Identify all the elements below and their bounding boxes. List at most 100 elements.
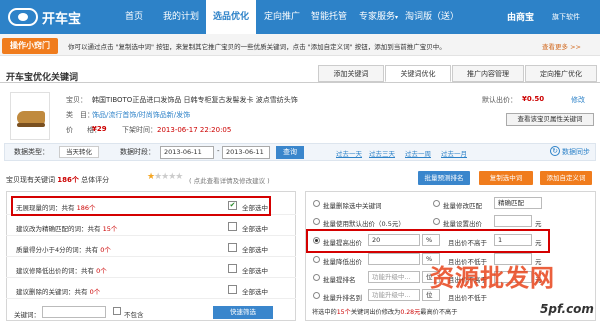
- copy-selected-button[interactable]: 复制选中词: [479, 171, 533, 185]
- quick-filter-button[interactable]: 快速筛选: [213, 306, 273, 319]
- period-label: 数据时段：: [120, 148, 155, 156]
- down-rank-label: 批量升排名到: [323, 294, 362, 302]
- product-price: ¥29: [92, 125, 107, 133]
- match-type-select[interactable]: 精确匹配: [494, 197, 542, 209]
- tab-keyword-optimize[interactable]: 关键词优化: [385, 65, 451, 82]
- lower-percent-input[interactable]: [368, 253, 420, 265]
- nav-my-plan[interactable]: 我的计划: [158, 0, 204, 34]
- keyword-stats: 宝贝现有关键词 186个 总体评分: [6, 175, 109, 185]
- list-item: 质量得分小于4分的词：共有 0个 全部选中: [6, 238, 296, 257]
- partner-brand[interactable]: 由商宝: [507, 10, 534, 23]
- product-title[interactable]: 韩国TIBOTO正品进口发饰品 日韩专柜复古发髻发卡 波点雪纺头饰: [92, 95, 298, 105]
- date-to-input[interactable]: 2013-06-11: [222, 146, 270, 159]
- keyword-filter-label: 关键词：: [14, 311, 40, 319]
- radio-set-bid[interactable]: [433, 218, 440, 225]
- keyword-count: 186个: [57, 176, 79, 184]
- flagship-label: 旗下软件: [552, 13, 580, 21]
- row-text: 建议改为精确匹配的词：共有 15个: [16, 225, 118, 233]
- delist-time-value: 2013-06-17 22:20:05: [157, 126, 232, 134]
- select-all-label: 全部选中: [242, 267, 268, 275]
- notice-text: 你可以通过点击 "复制选中词" 按钮，来复制其它推广宝贝的一些优质关键词，点击 …: [68, 43, 446, 51]
- tab-targeted-optimize[interactable]: 定向推广优化: [525, 65, 597, 82]
- radio-modify-match[interactable]: [433, 200, 440, 207]
- product-category-label: 类 目：: [66, 111, 94, 119]
- yuan-label: 元: [535, 220, 542, 228]
- up-rank-label: 批量提排名: [323, 276, 356, 284]
- use-default-label: 批量使用默认出价（0.5元）: [323, 220, 405, 228]
- data-type-label: 数据类型：: [14, 148, 49, 156]
- nav-product-optimize[interactable]: 选品优化: [206, 0, 256, 34]
- edit-bid-link[interactable]: 修改: [571, 95, 585, 105]
- down-rank-input[interactable]: 功能升级中...: [368, 289, 420, 301]
- select-all-label: 全部选中: [242, 246, 268, 254]
- past-month-link[interactable]: 过去一月: [441, 148, 467, 158]
- keyword-filter-input[interactable]: [42, 306, 106, 318]
- tab-add-keyword[interactable]: 添加关键词: [318, 65, 384, 82]
- radio-use-default[interactable]: [313, 218, 320, 225]
- select-all-label: 全部选中: [242, 225, 268, 233]
- nav-home[interactable]: 首页: [112, 0, 156, 34]
- tab-divider: [0, 82, 600, 83]
- up-rank-input[interactable]: 功能升级中...: [368, 271, 420, 283]
- radio-lower-bid[interactable]: [313, 256, 320, 263]
- default-bid-label: 默认出价：: [482, 96, 517, 104]
- product-price-value: ¥29: [92, 125, 107, 133]
- row-text: 建议删除的关键词：共有 0个: [16, 288, 101, 296]
- tip-badge: 操作小窍门: [2, 38, 58, 54]
- nav-smart-hosting[interactable]: 智能托管: [306, 0, 352, 34]
- date-separator: -: [217, 147, 220, 155]
- view-attr-keywords-button[interactable]: 查看该宝贝属性关键词: [506, 113, 594, 126]
- bulk-predict-rank-button[interactable]: 批量预测排名: [418, 171, 470, 185]
- date-from-input[interactable]: 2013-06-11: [160, 146, 214, 159]
- logo-text: 开车宝: [42, 11, 82, 27]
- hair-clip-base: [17, 123, 45, 127]
- expert-dropdown-icon[interactable]: ▾: [395, 14, 398, 21]
- watermark-text: 资源批发网: [430, 264, 555, 292]
- stats-detail-link[interactable]: ( 点此查看详情及修改建议 ): [189, 175, 270, 185]
- add-custom-keyword-button[interactable]: 添加自定义词: [540, 171, 592, 185]
- stats-prefix: 宝贝现有关键词: [6, 176, 55, 184]
- lower-bid-label: 批量降低出价: [323, 258, 362, 266]
- select-all-checkbox[interactable]: [228, 222, 237, 231]
- tab-content-manage[interactable]: 推广内容管理: [452, 65, 524, 82]
- product-title-label: 宝贝：: [66, 96, 87, 104]
- bid-summary: 将选中的15个关键词出价修改为0.28元最高价不高于: [312, 309, 458, 316]
- radio-down-rank[interactable]: [313, 292, 320, 299]
- watermark-site: 5pf.com: [540, 302, 594, 316]
- list-item: 建议删除的关键词：共有 0个 全部选中: [6, 280, 296, 299]
- delist-time-label: 下架时间：: [122, 126, 157, 134]
- product-category[interactable]: 饰品/流行首饰/时尚饰品新/发饰: [92, 110, 190, 120]
- product-thumbnail[interactable]: [10, 92, 50, 140]
- data-sync-link[interactable]: 数据同步: [562, 147, 590, 157]
- past-week-link[interactable]: 过去一周: [405, 148, 431, 158]
- list-item: 建议修降低出价的词：共有 0个 全部选中: [6, 259, 296, 278]
- star-off-icon: ★★★★: [154, 172, 183, 182]
- rating-stars: ★★★★★: [147, 172, 183, 182]
- set-bid-input[interactable]: [494, 215, 532, 227]
- nav-targeted-promo[interactable]: 定向推广: [258, 0, 306, 34]
- query-button[interactable]: 查询: [276, 146, 304, 159]
- nav-taoci-edition[interactable]: 淘词版（送）: [402, 0, 462, 34]
- select-all-checkbox[interactable]: [228, 285, 237, 294]
- car-logo-icon: [8, 8, 38, 26]
- exclude-label: 不包含: [124, 311, 144, 319]
- radio-up-rank[interactable]: [313, 274, 320, 281]
- exclude-checkbox[interactable]: [113, 307, 121, 315]
- delete-label: 批量删除选中关键词: [323, 202, 382, 210]
- radio-delete[interactable]: [313, 200, 320, 207]
- default-bid-value: ¥0.50: [522, 95, 545, 103]
- delist-time: 下架时间：2013-06-17 22:20:05: [122, 125, 231, 135]
- score-label: 总体评分: [81, 176, 110, 184]
- select-all-checkbox[interactable]: [228, 243, 237, 252]
- select-all-checkbox[interactable]: [228, 264, 237, 273]
- list-item: 建议改为精确匹配的词：共有 15个 全部选中: [6, 217, 296, 236]
- logo[interactable]: 开车宝: [8, 6, 81, 28]
- past-day-link[interactable]: 过去一天: [336, 148, 362, 158]
- nav-expert-service[interactable]: 专家服务: [354, 0, 400, 34]
- modify-match-label: 批量修改匹配: [443, 202, 482, 210]
- row-text: 建议修降低出价的词：共有 0个: [16, 267, 107, 275]
- sync-icon[interactable]: ↻: [550, 146, 560, 156]
- more-link[interactable]: 查看更多 >>: [542, 41, 581, 51]
- past-three-days-link[interactable]: 过去三天: [369, 148, 395, 158]
- data-type-select[interactable]: 当天转化: [59, 146, 99, 158]
